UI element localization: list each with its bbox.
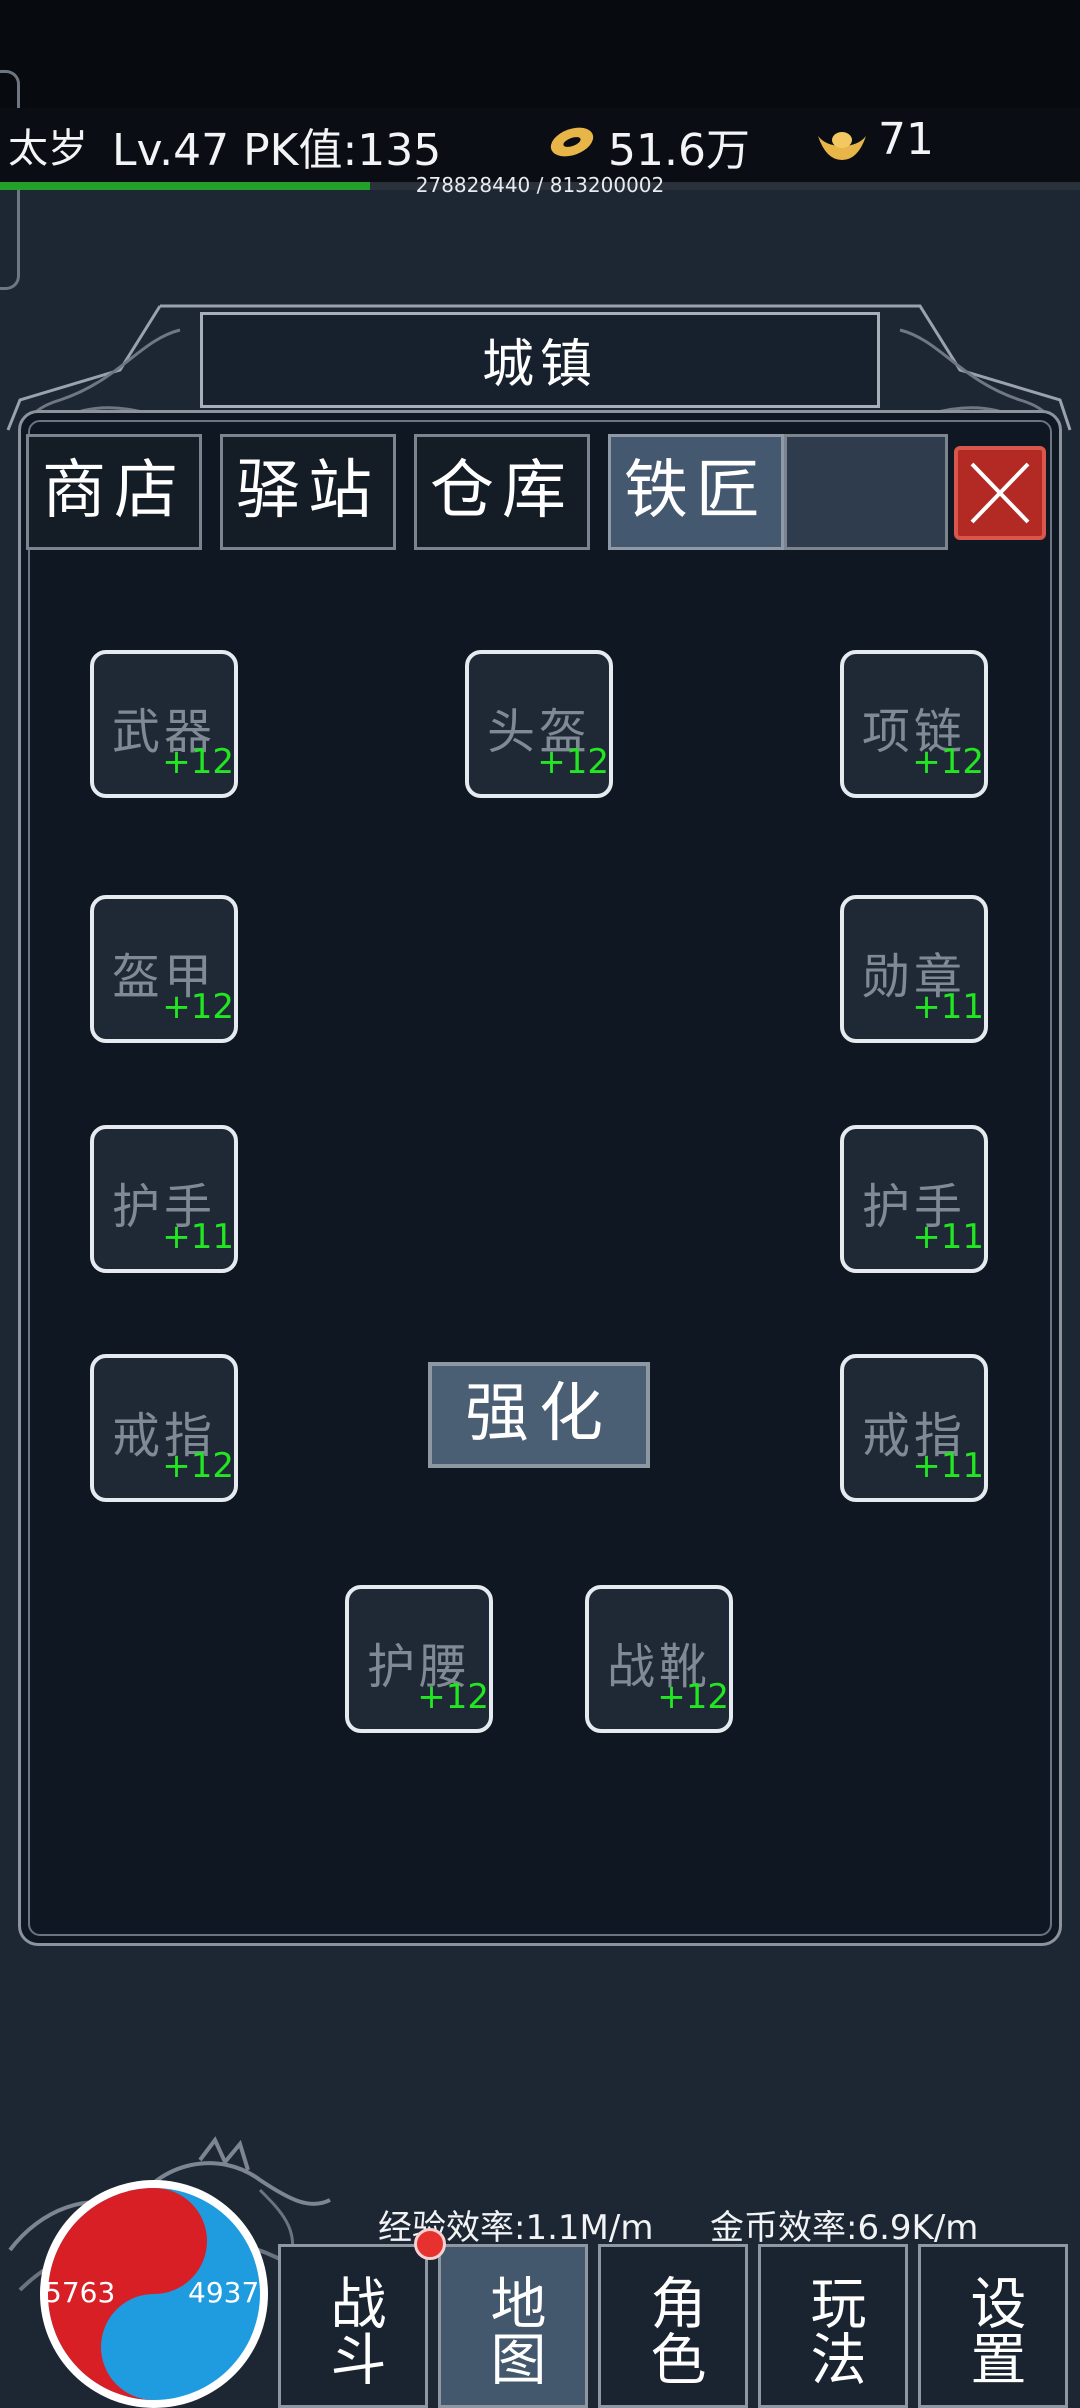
panel-title: 城镇	[481, 335, 598, 395]
slot-necklace[interactable]: 项链 +12	[840, 650, 988, 798]
slot-belt[interactable]: 护腰 +12	[345, 1585, 493, 1733]
nav-character[interactable]: 角色	[598, 2244, 748, 2408]
nav-map[interactable]: 地图	[438, 2244, 588, 2408]
slot-level: +12	[162, 1446, 234, 1486]
slot-boots[interactable]: 战靴 +12	[585, 1585, 733, 1733]
slot-level: +12	[912, 742, 984, 782]
slot-level: +12	[162, 987, 234, 1027]
coin-icon	[550, 127, 594, 157]
hp-value: 5763	[44, 2276, 116, 2309]
nav-label: 玩法	[801, 2274, 866, 2386]
notification-dot	[414, 2228, 446, 2260]
enhance-button[interactable]: 强化	[428, 1362, 650, 1468]
tab-blacksmith[interactable]: 铁匠	[608, 434, 784, 550]
ingot-amount: 71	[878, 114, 934, 165]
slot-weapon[interactable]: 武器 +12	[90, 650, 238, 798]
player-level-pk: Lv.47 PK值:135	[112, 125, 442, 176]
nav-battle[interactable]: 战斗	[278, 2244, 428, 2408]
coin-amount: 51.6万	[608, 125, 750, 176]
top-black-bar	[0, 0, 1080, 108]
close-icon	[970, 462, 1030, 524]
slot-level: +11	[912, 987, 984, 1027]
slot-level: +11	[912, 1217, 984, 1257]
gold-ingot-icon	[818, 132, 866, 160]
slot-level: +12	[162, 742, 234, 782]
tab-empty	[784, 434, 948, 550]
slot-level: +12	[657, 1677, 729, 1717]
close-button[interactable]	[954, 446, 1046, 540]
tab-shop[interactable]: 商店	[26, 434, 202, 550]
slot-gloves-right[interactable]: 护手 +11	[840, 1125, 988, 1273]
nav-label: 战斗	[321, 2274, 386, 2386]
nav-gameplay[interactable]: 玩法	[758, 2244, 908, 2408]
slot-helmet[interactable]: 头盔 +12	[465, 650, 613, 798]
tab-warehouse[interactable]: 仓库	[414, 434, 590, 550]
slot-level: +11	[162, 1217, 234, 1257]
tab-post-station[interactable]: 驿站	[220, 434, 396, 550]
nav-label: 设置	[961, 2274, 1026, 2386]
slot-medal[interactable]: 勋章 +11	[840, 895, 988, 1043]
nav-label: 地图	[481, 2274, 546, 2386]
slot-ring-right[interactable]: 戒指 +11	[840, 1354, 988, 1502]
slot-level: +11	[912, 1446, 984, 1486]
gold-rate: 金币效率:6.9K/m	[710, 2208, 979, 2248]
slot-level: +12	[537, 742, 609, 782]
nav-label: 角色	[641, 2274, 706, 2386]
slot-gloves-left[interactable]: 护手 +11	[90, 1125, 238, 1273]
slot-level: +12	[417, 1677, 489, 1717]
player-name: 太岁	[8, 126, 88, 172]
mp-value: 4937	[188, 2276, 260, 2309]
slot-armor[interactable]: 盔甲 +12	[90, 895, 238, 1043]
slot-ring-left[interactable]: 戒指 +12	[90, 1354, 238, 1502]
nav-settings[interactable]: 设置	[918, 2244, 1068, 2408]
exp-value: 278828440 / 813200002	[415, 173, 665, 197]
